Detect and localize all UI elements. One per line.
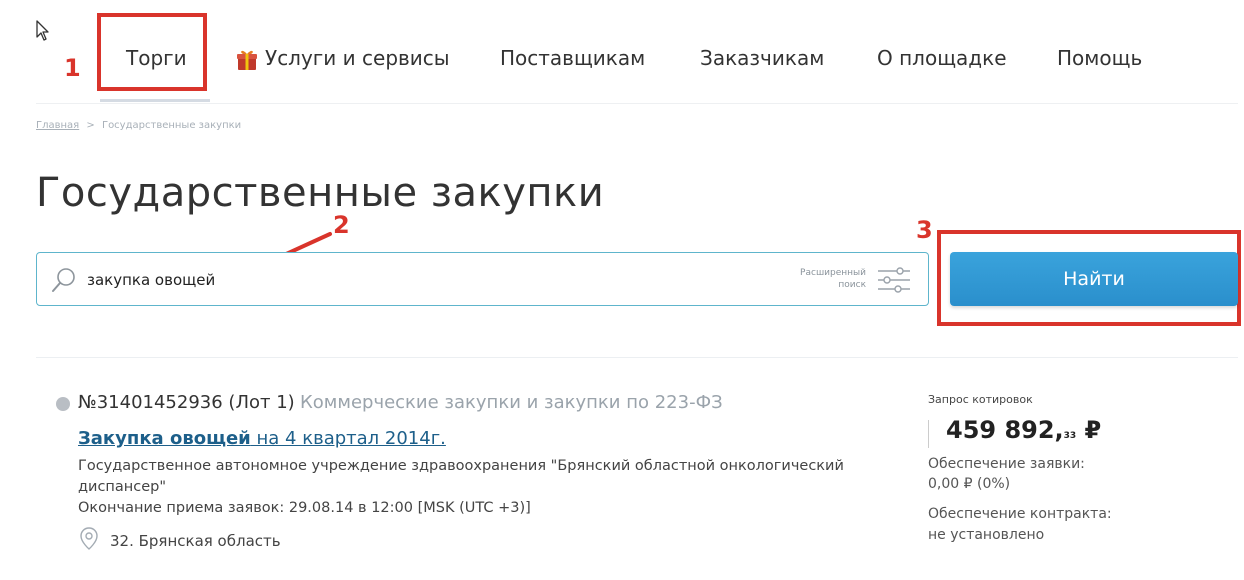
advanced-search-label-line1: Расширенный	[800, 268, 866, 278]
breadcrumb-separator: >	[86, 120, 95, 131]
price-main: 459 892,	[946, 416, 1064, 444]
result-org-line2: диспансер"	[78, 479, 167, 495]
advanced-search-label: Расширенный поиск	[776, 267, 866, 291]
mouse-cursor-icon	[36, 20, 49, 41]
find-button[interactable]: Найти	[950, 252, 1238, 306]
procedure-type: Запрос котировок	[928, 393, 1033, 406]
breadcrumb: Главная > Государственные закупки	[36, 120, 241, 131]
price-divider	[928, 420, 929, 448]
result-title-keyword: Закупка овощей	[78, 428, 251, 449]
advanced-search-toggle[interactable]: Расширенный поиск	[774, 263, 914, 297]
annotation-step-1: 1	[64, 54, 81, 82]
page-title: Государственные закупки	[36, 170, 605, 216]
location-pin-icon	[80, 527, 98, 550]
search-input[interactable]	[87, 267, 737, 293]
gift-icon	[237, 50, 257, 70]
result-title-rest: на 4 квартал 2014г.	[250, 428, 446, 449]
annotation-step-3: 3	[916, 216, 933, 244]
price-kopecks: 33	[1063, 431, 1077, 441]
bid-security-label: Обеспечение заявки:	[928, 456, 1085, 472]
search-box: Расширенный поиск	[36, 252, 929, 306]
search-icon	[52, 268, 75, 292]
price-currency: ₽	[1076, 416, 1102, 444]
contract-security-value: не установлено	[928, 527, 1045, 543]
nav-item-about[interactable]: О площадке	[877, 46, 1007, 70]
advanced-search-label-line2: поиск	[838, 280, 866, 290]
result-deadline: Окончание приема заявок: 29.08.14 в 12:0…	[78, 500, 531, 516]
nav-item-customers[interactable]: Заказчикам	[700, 46, 824, 70]
contract-security-label: Обеспечение контракта:	[928, 506, 1112, 522]
active-tab-indicator	[100, 99, 210, 102]
filter-sliders-icon	[878, 267, 910, 293]
result-category: Коммерческие закупки и закупки по 223-ФЗ	[300, 392, 723, 413]
breadcrumb-home-link[interactable]: Главная	[36, 120, 79, 131]
result-price: 459 892,33 ₽	[946, 416, 1101, 444]
annotation-box-nav	[97, 13, 207, 91]
nav-item-help[interactable]: Помощь	[1057, 46, 1142, 70]
result-org-line1: Государственное автономное учреждение зд…	[78, 458, 844, 474]
result-number: №31401452936 (Лот 1)	[78, 392, 295, 413]
result-title-link[interactable]: Закупка овощей на 4 квартал 2014г.	[78, 428, 446, 449]
status-dot	[56, 397, 70, 411]
results-divider	[36, 357, 1238, 358]
nav-divider	[36, 103, 1238, 104]
breadcrumb-current: Государственные закупки	[101, 120, 242, 131]
nav-item-suppliers[interactable]: Поставщикам	[500, 46, 645, 70]
bid-security-value: 0,00 ₽ (0%)	[928, 476, 1011, 492]
nav-item-services[interactable]: Услуги и сервисы	[265, 46, 450, 70]
result-region: 32. Брянская область	[110, 532, 281, 550]
